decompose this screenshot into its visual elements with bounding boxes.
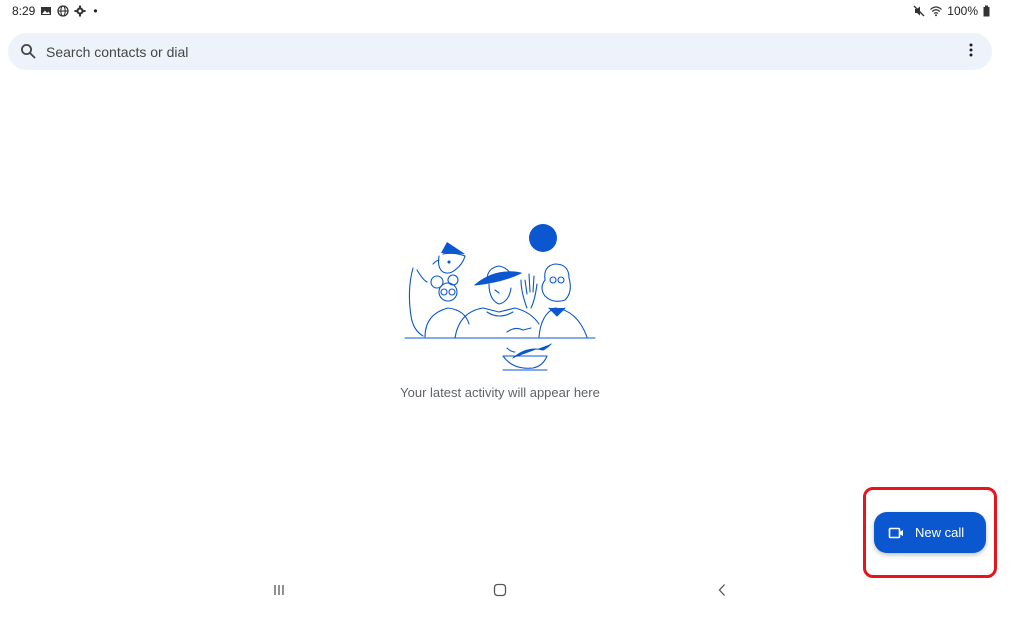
battery-text: 100% xyxy=(947,4,978,18)
new-call-label: New call xyxy=(915,525,965,540)
settings-icon xyxy=(74,5,86,17)
video-camera-icon xyxy=(888,525,904,541)
back-icon xyxy=(717,583,727,602)
navigation-bar xyxy=(0,578,1024,606)
mute-icon xyxy=(913,5,925,17)
battery-icon xyxy=(983,5,990,17)
search-input[interactable] xyxy=(46,33,926,70)
more-vert-icon xyxy=(969,43,973,62)
image-icon xyxy=(40,5,52,17)
empty-state-message: Your latest activity will appear here xyxy=(400,385,600,400)
wifi-icon xyxy=(930,5,943,17)
status-right: 100% xyxy=(913,4,990,18)
recent-apps-icon xyxy=(273,583,285,601)
more-options-button[interactable] xyxy=(960,41,982,63)
notification-dot: • xyxy=(93,4,98,18)
search-icon xyxy=(20,43,36,59)
search-bar[interactable] xyxy=(8,33,992,70)
recent-apps-button[interactable] xyxy=(269,582,289,602)
home-button[interactable] xyxy=(490,582,510,602)
status-bar: 8:29 • 100% xyxy=(0,0,1024,24)
globe-icon xyxy=(57,5,70,17)
status-left: 8:29 • xyxy=(12,4,98,18)
back-button[interactable] xyxy=(712,582,732,602)
status-time: 8:29 xyxy=(12,4,36,18)
home-icon xyxy=(493,583,507,602)
empty-state-illustration xyxy=(403,220,597,375)
new-call-button[interactable]: New call xyxy=(874,512,986,553)
